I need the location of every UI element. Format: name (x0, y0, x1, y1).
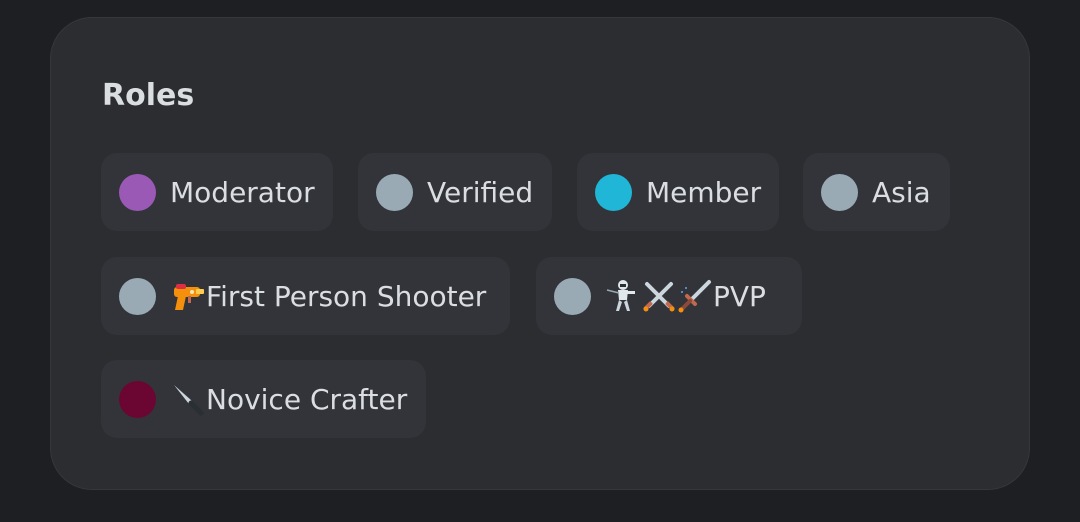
role-color-dot (554, 277, 591, 315)
dagger-icon (677, 278, 713, 314)
water-pistol-icon (170, 278, 206, 314)
role-label: Novice Crafter (206, 382, 408, 416)
role-label: Asia (872, 175, 931, 209)
kitchen-knife-icon (170, 381, 206, 417)
role-label-wrapper: Novice Crafter (170, 381, 407, 417)
role-label-wrapper: First Person Shooter (170, 278, 486, 314)
role-color-dot (119, 277, 156, 315)
role-novice-crafter[interactable]: Novice Crafter (101, 360, 426, 438)
person-fencing-icon (605, 278, 641, 314)
role-member[interactable]: Member (577, 153, 779, 231)
role-asia[interactable]: Asia (803, 153, 950, 231)
role-label: First Person Shooter (206, 279, 487, 313)
role-color-dot (119, 173, 156, 211)
role-label-wrapper: PVP (605, 278, 766, 314)
roles-heading: Roles (102, 78, 195, 113)
crossed-swords-icon (641, 278, 677, 314)
role-verified[interactable]: Verified (358, 153, 552, 231)
role-label: Member (646, 175, 762, 209)
role-first-person-shooter[interactable]: First Person Shooter (101, 257, 510, 335)
role-color-dot (821, 173, 858, 211)
role-moderator[interactable]: Moderator (101, 153, 333, 231)
role-color-dot (376, 173, 413, 211)
role-color-dot (595, 173, 632, 211)
role-pvp[interactable]: PVP (536, 257, 802, 335)
role-label: PVP (713, 279, 766, 313)
role-label: Verified (427, 175, 534, 209)
roles-card: Roles Moderator Verified Member Asia Fir… (50, 17, 1030, 490)
role-label: Moderator (170, 175, 315, 209)
role-color-dot (119, 380, 156, 418)
